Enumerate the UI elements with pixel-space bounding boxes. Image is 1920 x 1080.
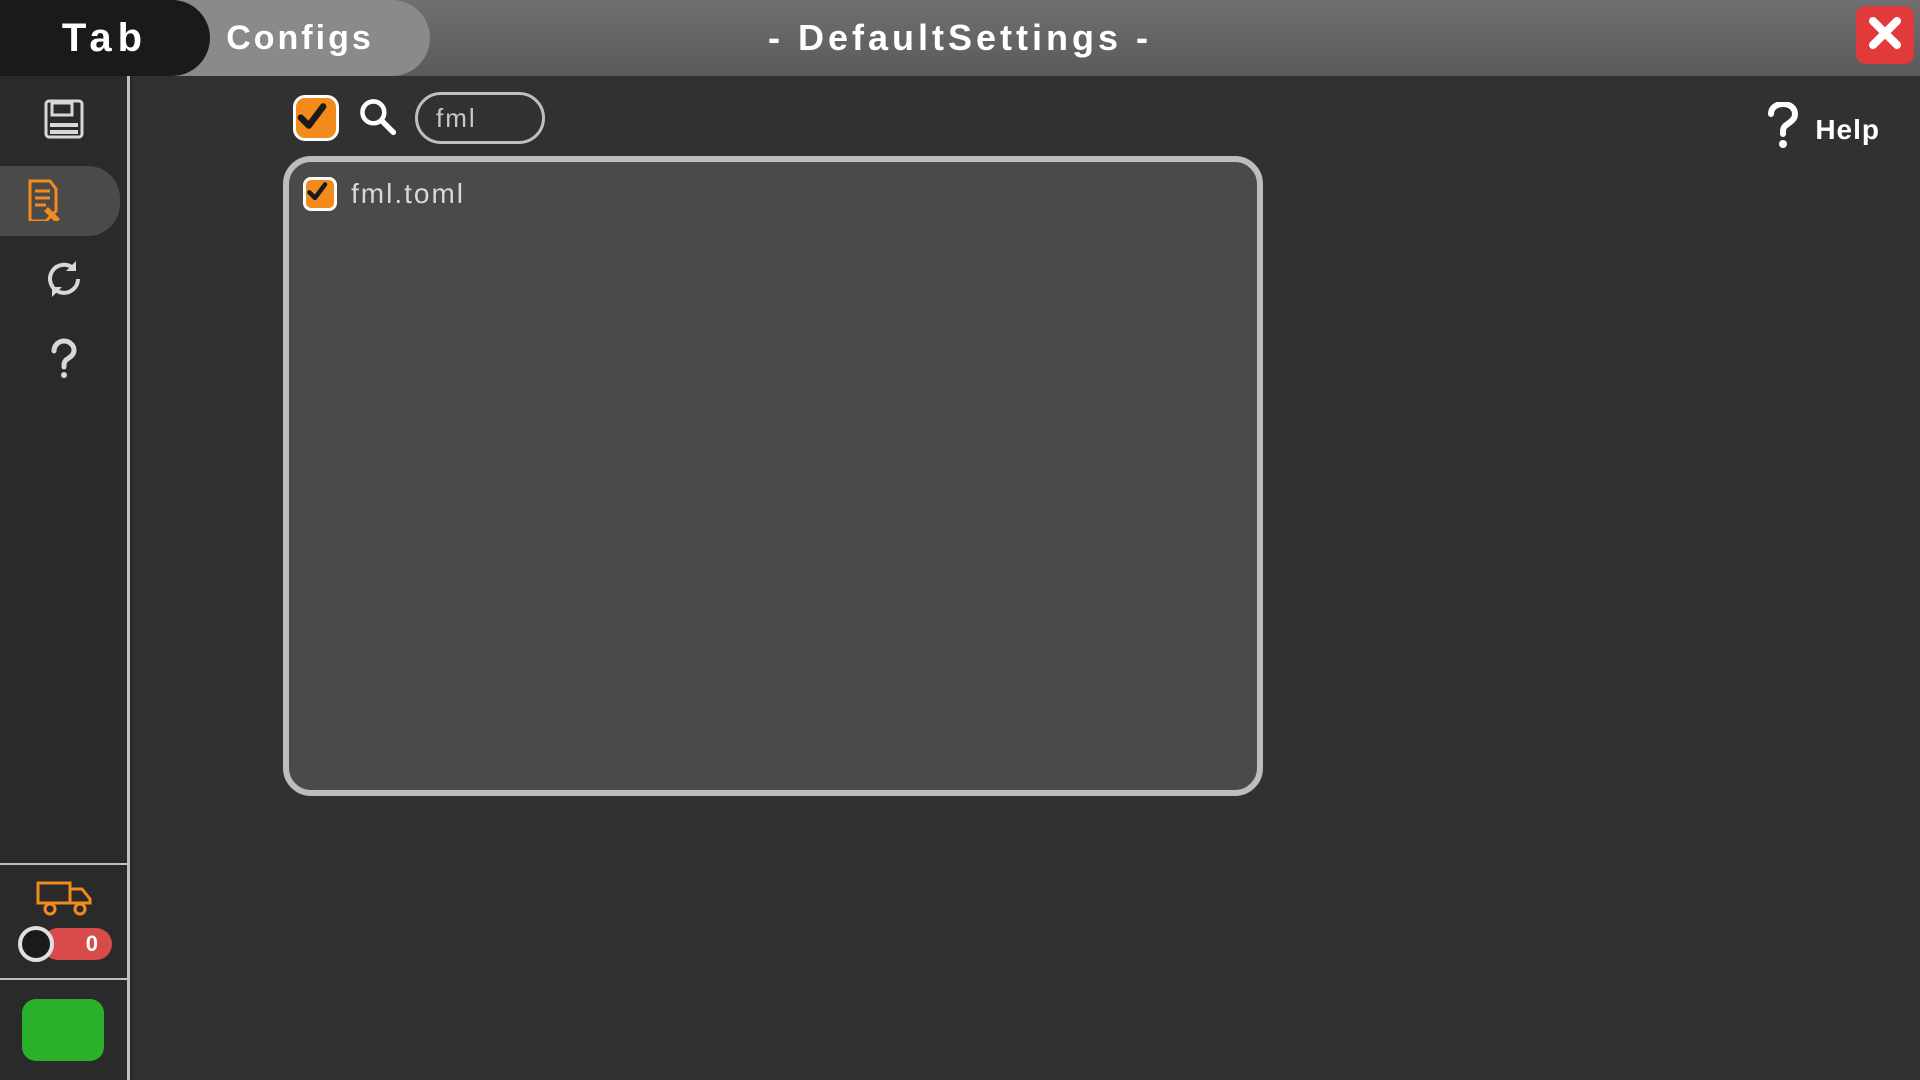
floppy-icon <box>42 97 86 146</box>
document-edit-icon <box>20 177 64 226</box>
sidebar-help-button[interactable] <box>14 326 114 396</box>
toggle-value: 0 <box>86 931 98 957</box>
page-title-wrap: - DefaultSettings - <box>768 0 1152 76</box>
question-icon <box>42 337 86 386</box>
close-button[interactable] <box>1856 6 1914 64</box>
file-list: fml.toml <box>283 156 1263 796</box>
confirm-button[interactable] <box>22 999 104 1061</box>
tab-configs-label: Configs <box>226 19 374 58</box>
check-icon <box>296 100 336 137</box>
search-icon <box>357 96 397 141</box>
sidebar: 0 <box>0 76 130 1080</box>
page-title: - DefaultSettings - <box>768 17 1152 59</box>
topbar: Configs Tab - DefaultSettings - <box>0 0 1920 76</box>
toggle-knob <box>18 926 54 962</box>
refresh-icon <box>42 257 86 306</box>
sidebar-delivery-block: 0 <box>0 863 130 980</box>
tab-main[interactable]: Tab <box>0 0 210 76</box>
sidebar-confirm-row <box>0 980 130 1080</box>
help-button[interactable]: Help <box>1765 102 1880 157</box>
sidebar-edit-button[interactable] <box>0 166 120 236</box>
select-all-checkbox[interactable] <box>293 95 339 141</box>
sidebar-bottom: 0 <box>0 863 130 1080</box>
question-icon <box>1765 102 1801 157</box>
list-item-label: fml.toml <box>351 178 465 210</box>
list-item-checkbox[interactable] <box>303 177 337 211</box>
check-icon <box>306 180 334 207</box>
tab-main-label: Tab <box>62 16 148 61</box>
delivery-toggle[interactable]: 0 <box>18 926 112 962</box>
sidebar-save-button[interactable] <box>14 86 114 156</box>
sidebar-refresh-button[interactable] <box>14 246 114 316</box>
search-value: fml <box>436 103 477 134</box>
main-panel: fml Help fml.toml <box>133 76 1920 1080</box>
close-icon <box>1865 13 1905 58</box>
search-input[interactable]: fml <box>415 92 545 144</box>
truck-icon <box>36 877 94 922</box>
list-item[interactable]: fml.toml <box>303 172 1243 216</box>
help-label: Help <box>1815 114 1880 146</box>
toolbar: fml <box>293 92 545 144</box>
